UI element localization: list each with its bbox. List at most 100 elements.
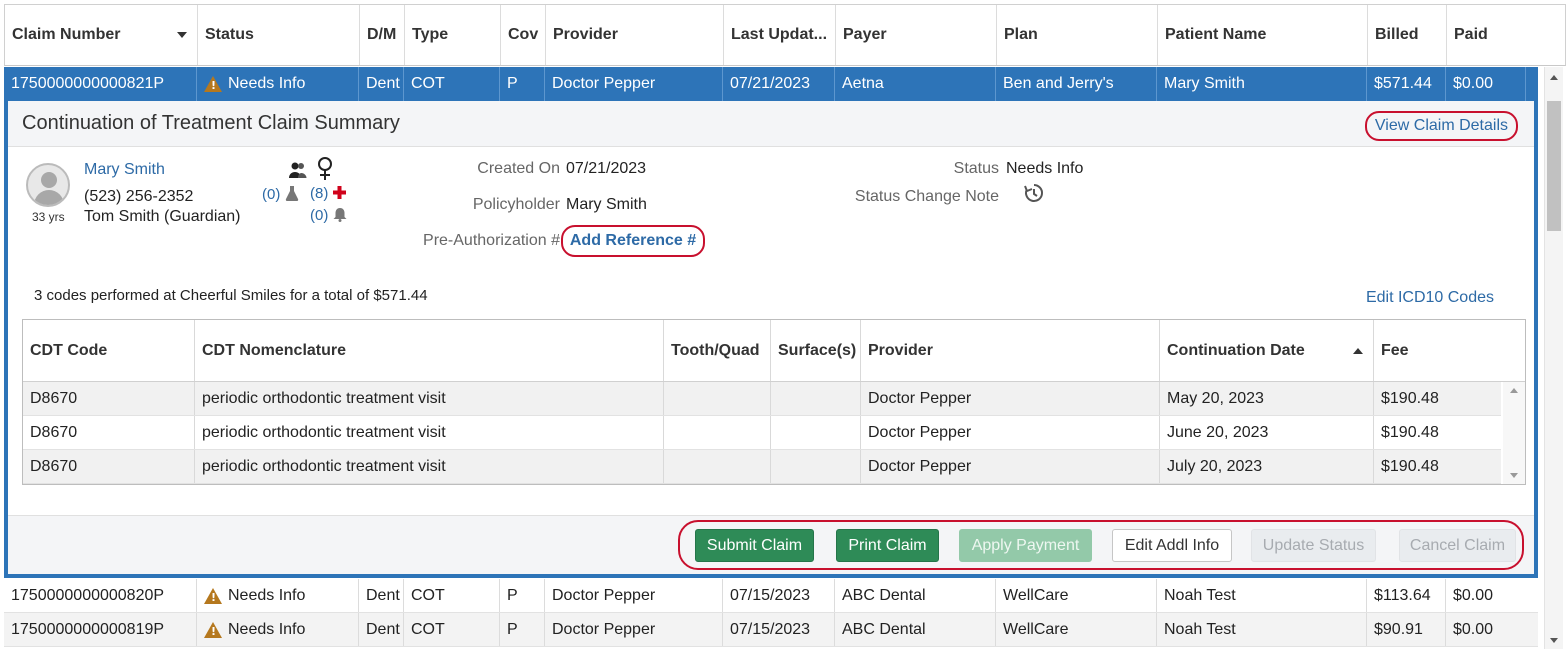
cdt-nomenclature: periodic orthodontic treatment visit — [195, 416, 664, 449]
claim-summary-panel: Continuation of Treatment Claim Summary … — [4, 101, 1538, 578]
cov-cell: P — [500, 613, 545, 646]
edit-icd10-codes-link[interactable]: Edit ICD10 Codes — [1366, 289, 1494, 307]
status-text: Needs Info — [228, 586, 306, 604]
claim-summary-header: Continuation of Treatment Claim Summary — [8, 101, 1534, 147]
scroll-up-icon[interactable] — [1550, 75, 1558, 80]
payer-cell: ABC Dental — [835, 579, 996, 612]
cancel-claim-button[interactable]: Cancel Claim — [1399, 529, 1516, 562]
col-continuation-date[interactable]: Continuation Date — [1160, 320, 1374, 381]
dm-cell: Dent — [359, 613, 404, 646]
scroll-up-icon[interactable] — [1510, 388, 1518, 393]
billed-cell: $571.44 — [1367, 67, 1446, 101]
col-cdt-code[interactable]: CDT Code — [23, 320, 195, 381]
fee: $190.48 — [1381, 423, 1439, 441]
table-row[interactable]: D8670 periodic orthodontic treatment vis… — [23, 382, 1501, 416]
surfaces — [771, 382, 861, 415]
status-value: Needs Info — [1006, 160, 1084, 177]
claim-number: 1750000000000821P — [4, 67, 197, 101]
fee: $190.48 — [1381, 457, 1439, 475]
col-label: Claim Number — [12, 26, 121, 43]
print-claim-button[interactable]: Print Claim — [836, 529, 939, 562]
col-label: Plan — [1004, 26, 1038, 43]
cdt-table-header: CDT Code CDT Nomenclature Tooth/Quad Sur… — [23, 320, 1525, 382]
apply-payment-button[interactable]: Apply Payment — [959, 529, 1092, 562]
cdt-table-scrollbar[interactable] — [1503, 382, 1525, 484]
continuation-date: July 20, 2023 — [1160, 450, 1374, 483]
provider-cell: Doctor Pepper — [545, 67, 723, 101]
cdt-code: D8670 — [23, 382, 195, 415]
plan-cell: Ben and Jerry's — [996, 67, 1157, 101]
dm-cell: Dent — [359, 579, 404, 612]
table-row-selected[interactable]: 1750000000000821P Needs Info Dent COT P … — [4, 67, 1538, 101]
cov-cell: P — [500, 579, 545, 612]
col-billed[interactable]: Billed — [1368, 5, 1447, 65]
col-label: Type — [412, 26, 449, 43]
payer-cell: ABC Dental — [835, 613, 996, 646]
col-label: Patient Name — [1165, 26, 1267, 43]
add-reference-link[interactable]: Add Reference # — [561, 225, 705, 257]
col-payer[interactable]: Payer — [836, 5, 997, 65]
status-cell: Needs Info — [197, 613, 359, 646]
medical-count[interactable]: (8) — [310, 185, 346, 202]
col-plan[interactable]: Plan — [997, 5, 1158, 65]
submit-claim-button[interactable]: Submit Claim — [695, 529, 814, 562]
col-status[interactable]: Status — [198, 5, 360, 65]
grid-scrollbar[interactable] — [1544, 67, 1563, 649]
paid-cell: $0.00 — [1446, 67, 1526, 101]
col-fee[interactable]: Fee — [1374, 320, 1524, 381]
claim-summary-title: Continuation of Treatment Claim Summary — [22, 112, 400, 134]
updated-cell: 07/15/2023 — [723, 579, 835, 612]
lab-count[interactable]: (0) — [262, 185, 299, 203]
col-surfaces[interactable]: Surface(s) — [771, 320, 861, 381]
table-row[interactable]: 1750000000000819P Needs Info Dent COT P … — [4, 613, 1538, 647]
warning-icon — [204, 76, 222, 92]
code-provider: Doctor Pepper — [861, 382, 1160, 415]
alert-count[interactable]: (0) — [310, 207, 347, 224]
update-status-button[interactable]: Update Status — [1251, 529, 1376, 562]
col-tooth-quad[interactable]: Tooth/Quad — [664, 320, 771, 381]
status-text: Needs Info — [228, 75, 306, 92]
claim-actions-bar: Submit Claim Print Claim Apply Payment E… — [8, 515, 1534, 574]
scroll-down-icon[interactable] — [1550, 638, 1558, 643]
col-label: Provider — [553, 26, 618, 43]
updated-cell: 07/15/2023 — [723, 613, 835, 646]
female-icon — [316, 157, 334, 185]
patient-guardian: Tom Smith (Guardian) — [84, 208, 241, 225]
cdt-table-body: D8670 periodic orthodontic treatment vis… — [23, 382, 1525, 484]
col-claim-number[interactable]: Claim Number — [5, 5, 198, 65]
billed-cell: $113.64 — [1367, 579, 1446, 612]
avatar — [26, 163, 70, 207]
col-last-updated[interactable]: Last Updat... — [724, 5, 836, 65]
policyholder-label: Policyholder — [472, 196, 560, 213]
view-claim-details-link[interactable]: View Claim Details — [1364, 111, 1518, 141]
sort-descending-icon[interactable] — [177, 32, 187, 38]
patient-name-link[interactable]: Mary Smith — [84, 161, 165, 179]
sort-ascending-icon[interactable] — [1353, 347, 1363, 354]
continuation-date: May 20, 2023 — [1160, 382, 1374, 415]
table-row[interactable]: D8670 periodic orthodontic treatment vis… — [23, 450, 1501, 484]
col-dm[interactable]: D/M — [360, 5, 405, 65]
col-paid[interactable]: Paid — [1447, 5, 1527, 65]
type-cell: COT — [404, 579, 500, 612]
status-text: Needs Info — [228, 620, 306, 638]
cdt-code: D8670 — [23, 416, 195, 449]
edit-addl-info-button[interactable]: Edit Addl Info — [1112, 529, 1232, 562]
col-patient-name[interactable]: Patient Name — [1158, 5, 1368, 65]
family-icon[interactable] — [288, 161, 308, 183]
paid-cell: $0.00 — [1453, 586, 1494, 604]
history-icon[interactable] — [1024, 183, 1044, 208]
scroll-down-icon[interactable] — [1510, 473, 1518, 478]
col-code-provider[interactable]: Provider — [861, 320, 1160, 381]
table-row[interactable]: 1750000000000820P Needs Info Dent COT P … — [4, 579, 1538, 613]
col-cdt-nomenclature[interactable]: CDT Nomenclature — [195, 320, 664, 381]
type-cell: COT — [404, 67, 500, 101]
scrollbar-thumb[interactable] — [1547, 101, 1561, 231]
claims-grid-header: Claim Number Status D/M Type Cov Provide… — [4, 4, 1566, 66]
col-type[interactable]: Type — [405, 5, 501, 65]
claim-number: 1750000000000819P — [4, 613, 197, 646]
col-provider[interactable]: Provider — [546, 5, 724, 65]
medical-count-text: (8) — [310, 185, 329, 202]
table-row[interactable]: D8670 periodic orthodontic treatment vis… — [23, 416, 1501, 450]
col-cov[interactable]: Cov — [501, 5, 546, 65]
billed-cell: $90.91 — [1367, 613, 1446, 646]
